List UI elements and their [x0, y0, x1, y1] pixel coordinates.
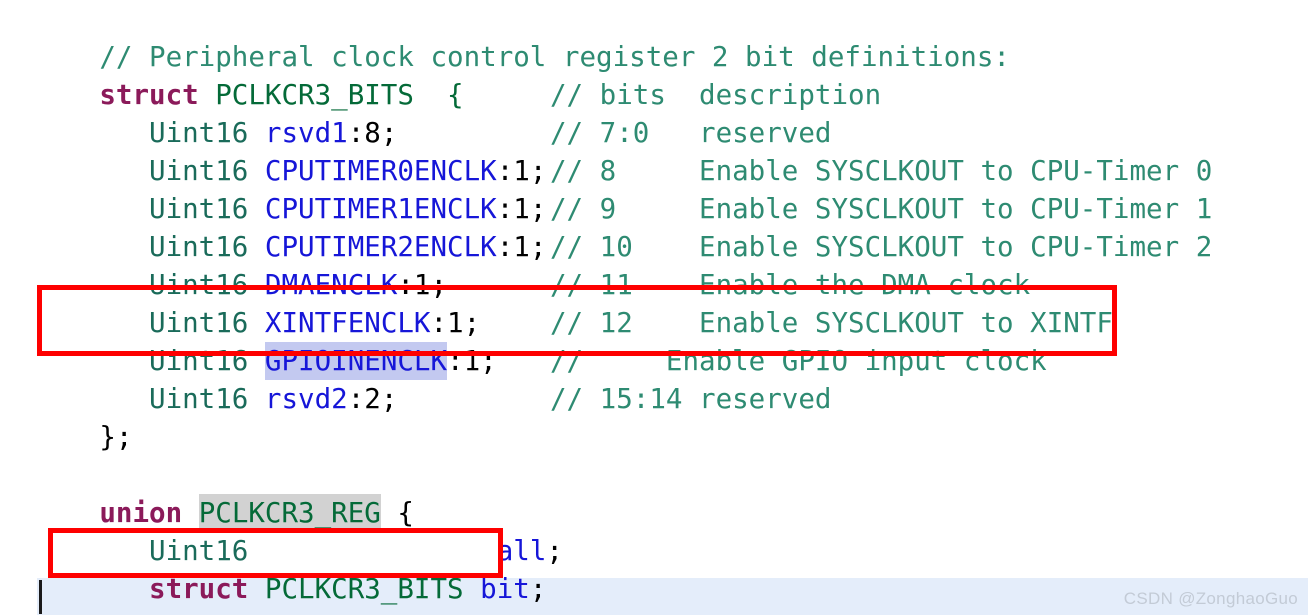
code-line-11[interactable]: };	[0, 380, 1308, 453]
code-line-2[interactable]: struct PCLKCR3_BITS {// bits description	[0, 38, 1308, 111]
code-editor-screenshot: // Peripheral clock control register 2 b…	[0, 0, 1308, 615]
annotation-box-struct-bit	[48, 528, 503, 578]
code-line-3[interactable]: Uint16 rsvd1:8;// 7:0 reserved	[0, 76, 1308, 149]
code-line-14[interactable]: Uint16 all;	[0, 494, 1308, 567]
code-line-5[interactable]: Uint16 CPUTIMER1ENCLK:1;// 9 Enable SYSC…	[0, 152, 1308, 225]
code-line-6[interactable]: Uint16 CPUTIMER2ENCLK:1;// 10 Enable SYS…	[0, 190, 1308, 263]
code-line-7[interactable]: Uint16 DMAENCLK:1;// 11 Enable the DMA c…	[0, 228, 1308, 301]
code-line-1[interactable]: // Peripheral clock control register 2 b…	[0, 0, 1308, 73]
code-line-12-blank[interactable]	[0, 418, 1308, 456]
annotation-box-gpioinenclk	[37, 285, 1117, 356]
union-close-brace: };	[99, 608, 132, 615]
code-line-13[interactable]: union PCLKCR3_REG {	[0, 456, 1308, 532]
code-line-4[interactable]: Uint16 CPUTIMER0ENCLK:1;// 8 Enable SYSC…	[0, 114, 1308, 187]
csdn-watermark: CSDN @ZonghaoGuo	[1123, 589, 1298, 608]
